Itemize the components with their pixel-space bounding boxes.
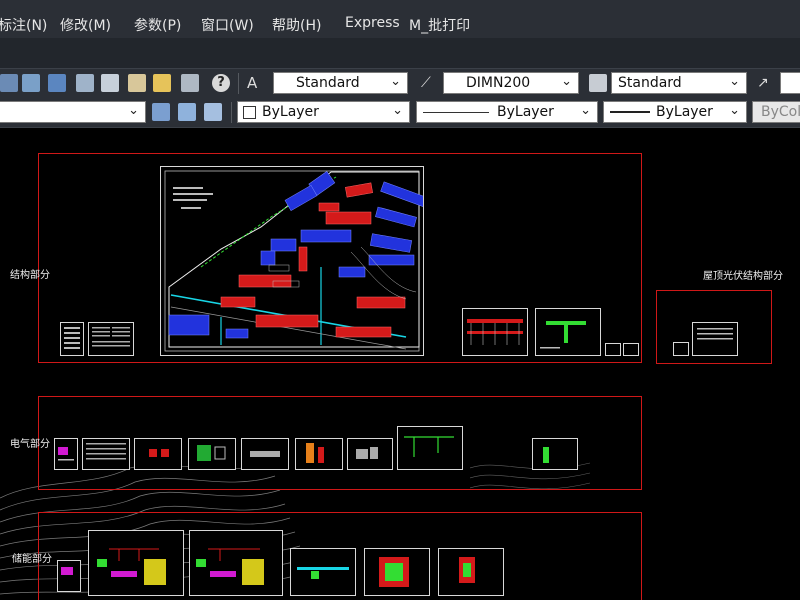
storage-sheet-4[interactable] — [364, 548, 430, 596]
properties-toolbar: ⌄ ByLayer ⌄ ByLayer ⌄ ByLayer ⌄ ByCol — [0, 98, 800, 128]
styles-toolbar: ? A Standard ⌄ ⟋ DIMN200 ⌄ Standard ⌄ ↗ — [0, 69, 800, 98]
sheet-preview — [404, 436, 454, 457]
electrical-index-sheet[interactable] — [54, 438, 78, 470]
menu-help[interactable]: 帮助(H) — [272, 15, 321, 35]
storage-sheet-2[interactable] — [189, 530, 283, 596]
color-select[interactable]: ByLayer ⌄ — [237, 101, 410, 123]
storage-section-label: 储能部分 — [12, 554, 52, 565]
menu-params[interactable]: 参数(P) — [134, 15, 181, 35]
rooftop-pv-sheet-1[interactable] — [692, 322, 738, 356]
drawing-canvas[interactable]: 结构部分 屋顶光伏结构部分 电气部分 储能部分 — [0, 128, 800, 600]
dim-style-icon[interactable]: ⟋ — [421, 74, 439, 92]
layer-tool-icon[interactable] — [0, 74, 18, 92]
sheet-preview — [540, 321, 586, 349]
layer-select[interactable]: ⌄ — [0, 101, 146, 123]
chevron-down-icon: ⌄ — [580, 103, 591, 118]
sheet-preview — [306, 443, 324, 463]
storage-sheet-5[interactable] — [438, 548, 504, 596]
rooftop-pv-section-label: 屋顶光伏结构部分 — [703, 271, 783, 282]
sheet-preview — [61, 567, 73, 575]
electrical-sheet-1[interactable] — [82, 438, 130, 470]
sheet-preview — [149, 449, 169, 457]
sheet-preview — [250, 451, 280, 457]
storage-sheet-1[interactable] — [88, 530, 184, 596]
storage-index-sheet[interactable] — [57, 560, 81, 592]
dim-style-select[interactable]: DIMN200 ⌄ — [443, 72, 579, 94]
menu-annotate[interactable]: 标注(N) — [0, 15, 47, 35]
title-bar — [0, 0, 800, 8]
sheet-preview — [543, 447, 549, 463]
lineweight-preview — [610, 111, 650, 113]
chevron-down-icon: ⌄ — [729, 74, 740, 89]
structure-detail-sheet-1[interactable] — [462, 308, 528, 356]
ribbon-gap — [0, 38, 800, 69]
site-plan-sheet[interactable] — [160, 166, 424, 356]
chevron-down-icon: ⌄ — [128, 103, 139, 118]
structure-detail-sheet-3[interactable] — [605, 343, 621, 356]
electrical-sheet-6[interactable] — [347, 438, 393, 470]
chevron-down-icon: ⌄ — [561, 74, 572, 89]
multileader-style-icon[interactable]: ↗ — [757, 74, 775, 92]
markup-icon[interactable] — [153, 74, 171, 92]
color-swatch — [243, 106, 256, 119]
design-notes-sheet[interactable] — [88, 322, 134, 356]
separator — [231, 102, 232, 123]
separator — [238, 73, 239, 94]
table-style-select[interactable]: Standard ⌄ — [611, 72, 747, 94]
sheet-preview — [97, 548, 166, 585]
menu-modify[interactable]: 修改(M) — [60, 15, 111, 35]
sheet-preview — [467, 319, 523, 345]
sheet-preview — [356, 447, 378, 459]
menu-window[interactable]: 窗口(W) — [201, 15, 254, 35]
sheet-preview — [58, 447, 74, 461]
calculator-icon[interactable] — [181, 74, 199, 92]
layer-previous-icon[interactable] — [178, 103, 196, 121]
make-current-layer-icon[interactable] — [152, 103, 170, 121]
block-tool-icon[interactable] — [22, 74, 40, 92]
sheet-preview — [297, 567, 349, 579]
linetype-preview — [423, 112, 489, 113]
chevron-down-icon: ⌄ — [392, 103, 403, 118]
menu-express[interactable]: Express — [345, 15, 400, 31]
sheet-preview — [64, 327, 80, 349]
lineweight-select[interactable]: ByLayer ⌄ — [603, 101, 747, 123]
help-icon[interactable]: ? — [212, 74, 230, 92]
properties-icon[interactable] — [48, 74, 66, 92]
structure-section-label: 结构部分 — [10, 270, 50, 281]
storage-sheet-3[interactable] — [290, 548, 356, 596]
rooftop-pv-sheet-2[interactable] — [673, 342, 689, 356]
structure-detail-sheet-2[interactable] — [535, 308, 601, 356]
sheet-preview — [697, 328, 733, 340]
plotstyle-select[interactable]: ByCol — [752, 101, 800, 123]
structure-detail-sheet-4[interactable] — [623, 343, 639, 356]
electrical-sheet-2[interactable] — [134, 438, 182, 470]
linetype-select[interactable]: ByLayer ⌄ — [416, 101, 598, 123]
sheet-preview — [196, 548, 264, 585]
electrical-sheet-3[interactable] — [188, 438, 236, 470]
design-center-icon[interactable] — [76, 74, 94, 92]
menu-bar: 标注(N) 修改(M) 参数(P) 窗口(W) 帮助(H) Express M_… — [0, 8, 800, 38]
menu-batch-plot[interactable]: M_批打印 — [409, 15, 470, 35]
text-style-icon[interactable]: A — [247, 74, 265, 92]
sheet-preview — [379, 557, 409, 587]
sheet-preview — [86, 443, 126, 460]
sheet-preview — [92, 327, 130, 347]
text-style-select[interactable]: Standard ⌄ — [273, 72, 408, 94]
sheet-preview — [197, 445, 226, 461]
electrical-sheet-4[interactable] — [241, 438, 289, 470]
layer-states-icon[interactable] — [204, 103, 222, 121]
electrical-sheet-5[interactable] — [295, 438, 343, 470]
drawing-index-sheet[interactable] — [60, 322, 84, 356]
table-style-icon[interactable] — [589, 74, 607, 92]
electrical-section-label: 电气部分 — [10, 439, 50, 450]
tool-palette-icon[interactable] — [101, 74, 119, 92]
chevron-down-icon: ⌄ — [729, 103, 740, 118]
electrical-sheet-7[interactable] — [397, 426, 463, 470]
electrical-sheet-8[interactable] — [532, 438, 578, 470]
sheet-set-icon[interactable] — [128, 74, 146, 92]
multileader-style-select[interactable] — [780, 72, 800, 94]
site-plan-drawing — [164, 170, 423, 352]
chevron-down-icon: ⌄ — [390, 74, 401, 89]
sheet-preview — [459, 557, 475, 583]
